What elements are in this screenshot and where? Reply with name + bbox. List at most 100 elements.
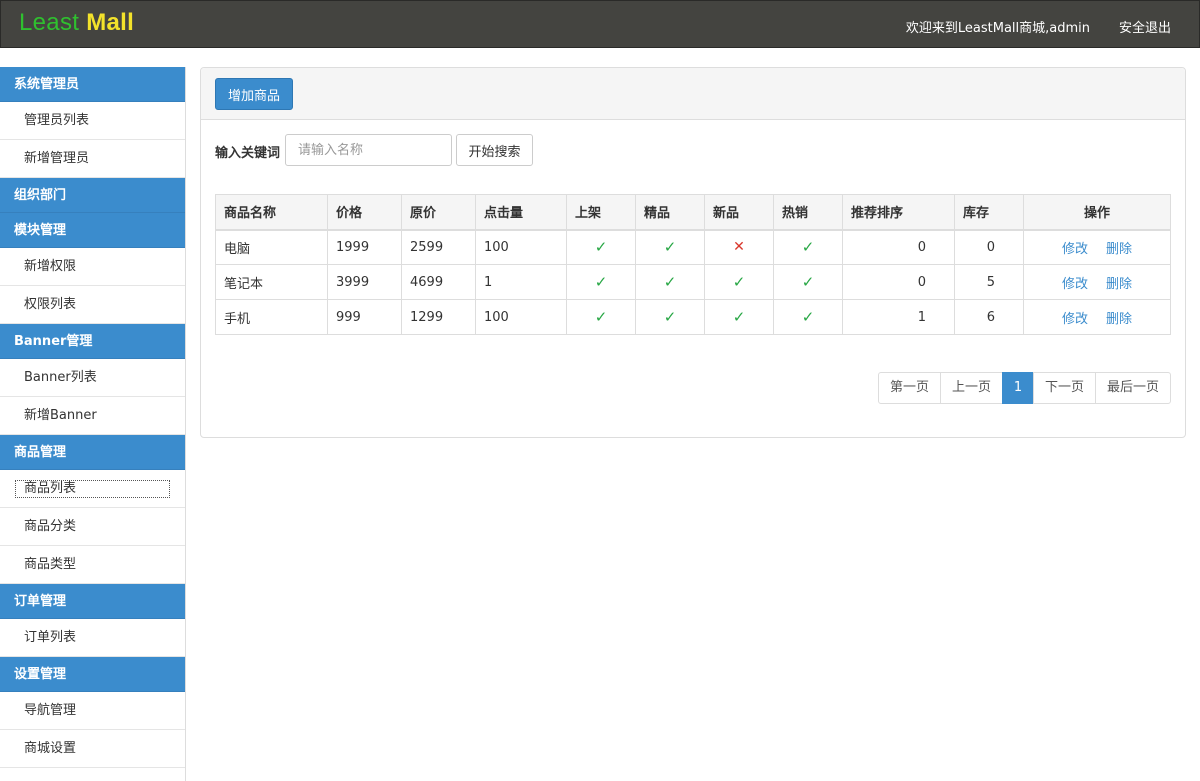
sidebar-item-label: 新增权限	[24, 259, 77, 274]
cell-sort: 0	[842, 229, 955, 265]
page-next[interactable]: 下一页	[1032, 372, 1096, 404]
sidebar-item-label: 导航管理	[24, 703, 77, 718]
col-actions: 操作	[1023, 194, 1171, 231]
col-on-shelf: 上架	[566, 194, 636, 231]
sidebar-group-header[interactable]: Banner管理	[0, 324, 185, 359]
sidebar-item[interactable]: 新增Banner	[0, 397, 185, 435]
cell-hot: ✓	[773, 229, 843, 265]
cell-original-price: 1299	[401, 299, 476, 335]
sidebar-item-label: 商品类型	[24, 557, 77, 572]
check-icon[interactable]: ✓	[802, 273, 815, 291]
check-icon[interactable]: ✓	[595, 273, 608, 291]
cell-on-shelf: ✓	[566, 229, 636, 265]
cell-price: 3999	[327, 264, 402, 300]
cell-name: 电脑	[215, 229, 328, 265]
sidebar-group-header[interactable]: 系统管理员	[0, 67, 185, 102]
col-clicks: 点击量	[475, 194, 567, 231]
check-icon[interactable]: ✓	[664, 238, 677, 256]
cell-new: ✓	[704, 264, 774, 300]
cell-hot: ✓	[773, 264, 843, 300]
search-button[interactable]: 开始搜索	[456, 134, 533, 166]
page-first[interactable]: 第一页	[877, 372, 941, 404]
sidebar-item-label: 订单列表	[24, 630, 77, 645]
main-panel: 增加商品 输入关键词 开始搜索 商品名称 价格 原价 点击量 上架 精品 新品 …	[200, 67, 1186, 438]
check-icon[interactable]: ✓	[733, 308, 746, 326]
sidebar-item-label: 权限列表	[24, 297, 77, 312]
sidebar-item-label: 商品列表	[15, 480, 170, 498]
sidebar-item[interactable]: 商城设置	[0, 730, 185, 768]
page-prev[interactable]: 上一页	[939, 372, 1003, 404]
col-original-price: 原价	[401, 194, 476, 231]
cell-price: 999	[327, 299, 402, 335]
cell-stock: 6	[954, 299, 1024, 335]
cell-clicks: 1	[475, 264, 567, 300]
cell-featured: ✓	[635, 299, 705, 335]
sidebar-group-header[interactable]: 模块管理	[0, 213, 185, 248]
cell-stock: 5	[954, 264, 1024, 300]
cell-actions: 修改 删除	[1023, 264, 1171, 300]
sidebar-item-label: 商品分类	[24, 519, 77, 534]
check-icon[interactable]: ✓	[664, 273, 677, 291]
cell-price: 1999	[327, 229, 402, 265]
col-price: 价格	[327, 194, 402, 231]
sidebar-item[interactable]: Banner列表	[0, 359, 185, 397]
page-current[interactable]: 1	[1001, 372, 1034, 404]
sidebar-item[interactable]: 导航管理	[0, 692, 185, 730]
cell-stock: 0	[954, 229, 1024, 265]
logo-least: Least	[19, 9, 80, 36]
sidebar-group-header[interactable]: 商品管理	[0, 435, 185, 470]
welcome-text: 欢迎来到LeastMall商城,admin	[905, 21, 1090, 36]
page-last[interactable]: 最后一页	[1094, 372, 1171, 404]
search-input[interactable]	[285, 134, 452, 166]
delete-link[interactable]: 删除	[1106, 242, 1132, 257]
edit-link[interactable]: 修改	[1062, 277, 1088, 292]
cell-original-price: 2599	[401, 229, 476, 265]
sidebar-item[interactable]: 管理员列表	[0, 102, 185, 140]
cell-featured: ✓	[635, 264, 705, 300]
pagination: 第一页 上一页 1 下一页 最后一页	[877, 372, 1171, 404]
top-header: Least Mall 欢迎来到LeastMall商城,admin 安全退出	[0, 0, 1200, 48]
sidebar-item-label: 商城设置	[24, 741, 77, 756]
sidebar-item[interactable]: 新增管理员	[0, 140, 185, 178]
add-product-button[interactable]: 增加商品	[215, 78, 294, 110]
sidebar-item[interactable]: 商品列表	[0, 470, 185, 508]
check-icon[interactable]: ✓	[733, 273, 746, 291]
cell-sort: 1	[842, 299, 955, 335]
cell-clicks: 100	[475, 229, 567, 265]
cell-on-shelf: ✓	[566, 264, 636, 300]
check-icon[interactable]: ✓	[595, 308, 608, 326]
delete-link[interactable]: 删除	[1106, 277, 1132, 292]
cross-icon[interactable]: ✕	[733, 239, 745, 255]
sidebar-item[interactable]: 商品类型	[0, 546, 185, 584]
sidebar-item[interactable]: 新增权限	[0, 248, 185, 286]
col-sort: 推荐排序	[842, 194, 955, 231]
logo[interactable]: Least Mall	[19, 9, 134, 37]
check-icon[interactable]: ✓	[802, 238, 815, 256]
cell-featured: ✓	[635, 229, 705, 265]
sidebar-item[interactable]: 商品分类	[0, 508, 185, 546]
cell-new: ✓	[704, 299, 774, 335]
check-icon[interactable]: ✓	[802, 308, 815, 326]
cell-sort: 0	[842, 264, 955, 300]
sidebar-group-header[interactable]: 订单管理	[0, 584, 185, 619]
delete-link[interactable]: 删除	[1106, 312, 1132, 327]
logout-link[interactable]: 安全退出	[1119, 17, 1171, 36]
col-stock: 库存	[954, 194, 1024, 231]
sidebar-group-header[interactable]: 组织部门	[0, 178, 185, 213]
check-icon[interactable]: ✓	[595, 238, 608, 256]
edit-link[interactable]: 修改	[1062, 242, 1088, 257]
col-name: 商品名称	[215, 194, 328, 231]
cell-name: 笔记本	[215, 264, 328, 300]
sidebar-item[interactable]: 权限列表	[0, 286, 185, 324]
edit-link[interactable]: 修改	[1062, 312, 1088, 327]
cell-new: ✕	[704, 229, 774, 265]
check-icon[interactable]: ✓	[664, 308, 677, 326]
sidebar-item-label: 新增Banner	[24, 408, 97, 423]
cell-actions: 修改 删除	[1023, 299, 1171, 335]
col-new: 新品	[704, 194, 774, 231]
sidebar-item[interactable]: 订单列表	[0, 619, 185, 657]
sidebar-group-header[interactable]: 设置管理	[0, 657, 185, 692]
search-label: 输入关键词	[215, 146, 281, 161]
cell-original-price: 4699	[401, 264, 476, 300]
cell-actions: 修改 删除	[1023, 229, 1171, 265]
